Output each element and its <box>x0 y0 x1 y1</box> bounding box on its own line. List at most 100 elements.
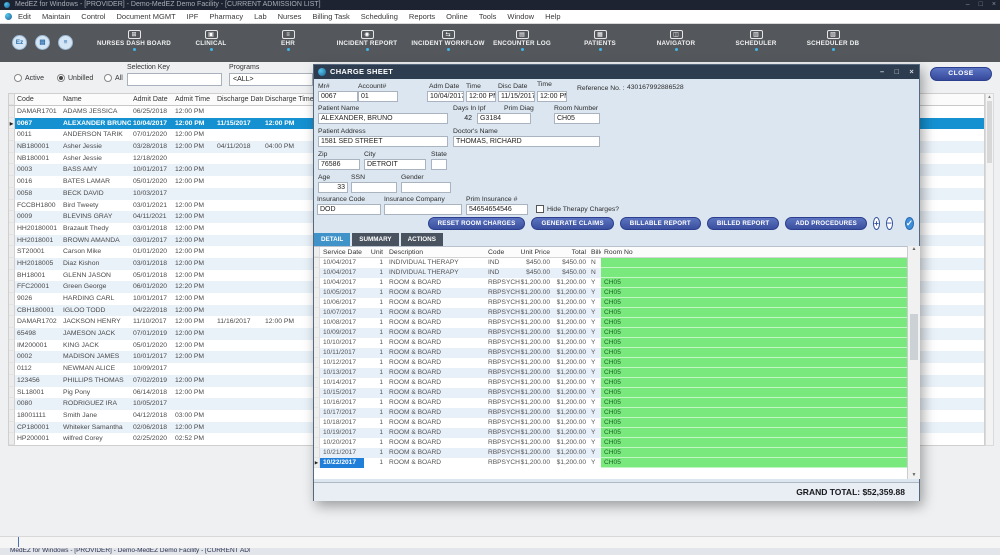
charge-row[interactable]: 10/11/2017 1 ROOM & BOARD RBPSYCH $1,200.00 $… <box>314 348 907 358</box>
patient-column-header-code[interactable]: Code <box>15 94 61 105</box>
radio-active[interactable]: Active <box>14 74 44 82</box>
charge-row[interactable]: 10/20/2017 1 ROOM & BOARD RBPSYCH $1,200.00 $… <box>314 438 907 448</box>
insurance-company-field[interactable] <box>384 204 462 215</box>
menu-item-nurses[interactable]: Nurses <box>278 12 302 21</box>
charge-row[interactable]: 10/13/2017 1 ROOM & BOARD RBPSYCH $1,200.00 $… <box>314 368 907 378</box>
window-maximize-icon[interactable]: □ <box>979 0 983 10</box>
menu-item-lab[interactable]: Lab <box>254 12 267 21</box>
tab-actions[interactable]: ACTIONS <box>400 233 443 246</box>
charge-row[interactable]: 10/07/2017 1 ROOM & BOARD RBPSYCH $1,200.00 $… <box>314 308 907 318</box>
adm-date-field[interactable]: 10/04/2017 <box>427 91 464 102</box>
grid-scroll-up-icon[interactable]: ▲ <box>912 246 917 252</box>
patient-table-scrollbar[interactable]: ▲ <box>985 93 994 446</box>
grid-column-header-unit[interactable]: Unit <box>364 247 386 257</box>
menu-item-ipf[interactable]: IPF <box>187 12 199 21</box>
patient-column-header-admit-time[interactable]: Admit Time <box>173 94 215 105</box>
charge-row[interactable]: 10/17/2017 1 ROOM & BOARD RBPSYCH $1,200.00 $… <box>314 408 907 418</box>
state-field[interactable] <box>431 159 447 170</box>
charge-row[interactable]: 10/15/2017 1 ROOM & BOARD RBPSYCH $1,200.00 $… <box>314 388 907 398</box>
menu-item-tools[interactable]: Tools <box>479 12 497 21</box>
printer-icon[interactable]: ≡ <box>58 35 73 50</box>
billable-report-button[interactable]: BILLABLE REPORT <box>619 216 701 230</box>
charge-row[interactable]: 10/10/2017 1 ROOM & BOARD RBPSYCH $1,200.00 $… <box>314 338 907 348</box>
grid-column-header-billed[interactable]: Billed <box>588 247 601 257</box>
menu-item-pharmacy[interactable]: Pharmacy <box>209 12 243 21</box>
prim-diag-field[interactable]: G3184 <box>477 113 531 124</box>
grid-column-header-code[interactable]: Code <box>486 247 520 257</box>
programs-select[interactable]: <ALL> <box>229 73 313 86</box>
selection-key-input[interactable] <box>127 73 222 86</box>
tab-summary[interactable]: SUMMARY <box>352 233 399 246</box>
dialog-close[interactable]: × <box>909 65 914 79</box>
grid-column-header-description[interactable]: Description <box>386 247 486 257</box>
charge-row[interactable]: 10/09/2017 1 ROOM & BOARD RBPSYCH $1,200.00 $… <box>314 328 907 338</box>
insurance-code-field[interactable]: DOD <box>317 204 381 215</box>
reset-room-charges-button[interactable]: RESET ROOM CHARGES <box>427 216 526 230</box>
account-field[interactable]: 01 <box>358 91 398 102</box>
disc-date-field[interactable]: 11/15/2017 <box>498 91 535 102</box>
grid-scroll-down-icon[interactable]: ▼ <box>908 472 920 478</box>
tab-detail[interactable]: DETAIL <box>314 233 351 246</box>
close-button[interactable]: CLOSE <box>930 67 992 81</box>
patient-scrollbar-thumb[interactable] <box>987 101 992 163</box>
menu-item-document-mgmt[interactable]: Document MGMT <box>116 12 175 21</box>
remove-charge-button[interactable]: − <box>885 216 893 230</box>
charge-row[interactable]: 10/16/2017 1 ROOM & BOARD RBPSYCH $1,200.00 $… <box>314 398 907 408</box>
ez-logo-icon[interactable]: Ez <box>12 35 27 50</box>
patient-address-field[interactable]: 1581 SED STREET <box>318 136 448 147</box>
patient-column-header-admit-date[interactable]: Admit Date <box>131 94 173 105</box>
radio-all[interactable]: All <box>104 74 123 82</box>
charge-row[interactable]: 10/06/2017 1 ROOM & BOARD RBPSYCH $1,200.00 $… <box>314 298 907 308</box>
zip-field[interactable]: 76586 <box>318 159 360 170</box>
dialog-minimize[interactable]: – <box>880 65 884 79</box>
doctor-name-field[interactable]: THOMAS, RICHARD <box>453 136 600 147</box>
disc-time-field[interactable]: 12:00 PM <box>537 91 567 102</box>
charge-row[interactable]: 10/18/2017 1 ROOM & BOARD RBPSYCH $1,200.00 $… <box>314 418 907 428</box>
grid-scrollbar-thumb[interactable] <box>910 314 918 360</box>
scroll-up-icon[interactable]: ▲ <box>987 94 991 99</box>
charge-row[interactable]: 10/14/2017 1 ROOM & BOARD RBPSYCH $1,200.00 $… <box>314 378 907 388</box>
patient-chart-icon[interactable]: ▤ <box>35 35 50 50</box>
charge-row[interactable]: 10/19/2017 1 ROOM & BOARD RBPSYCH $1,200.00 $… <box>314 428 907 438</box>
hide-therapy-checkbox[interactable] <box>536 205 544 213</box>
charge-grid-scrollbar[interactable]: ▲ ▼ <box>907 246 920 479</box>
toolbar-button-scheduler-db[interactable]: ▧ SCHEDULER DB <box>778 30 888 51</box>
charge-row[interactable]: 10/08/2017 1 ROOM & BOARD RBPSYCH $1,200.00 $… <box>314 318 907 328</box>
radio-unbilled[interactable]: Unbilled <box>57 74 93 82</box>
dialog-maximize[interactable]: □ <box>894 65 899 79</box>
add-charge-button[interactable]: + <box>872 216 880 230</box>
window-close-icon[interactable]: × <box>992 0 996 10</box>
confirm-button[interactable]: ✓ <box>904 216 914 230</box>
patient-name-field[interactable]: ALEXANDER, BRUNO <box>318 113 448 124</box>
patient-column-header-name[interactable]: Name <box>61 94 131 105</box>
menu-item-reports[interactable]: Reports <box>409 12 435 21</box>
charge-row[interactable]: 10/04/2017 1 ROOM & BOARD RBPSYCH $1,200.00 $… <box>314 278 907 288</box>
menu-item-window[interactable]: Window <box>507 12 534 21</box>
charge-row[interactable]: 10/05/2017 1 ROOM & BOARD RBPSYCH $1,200.00 $… <box>314 288 907 298</box>
adm-time-field[interactable]: 12:00 PM <box>466 91 496 102</box>
grid-column-header-total[interactable]: Total <box>552 247 588 257</box>
menu-item-help[interactable]: Help <box>545 12 560 21</box>
grid-column-header-unit-price[interactable]: Unit Price <box>520 247 552 257</box>
charge-row[interactable]: 10/21/2017 1 ROOM & BOARD RBPSYCH $1,200.00 $… <box>314 448 907 458</box>
age-field[interactable]: 33 <box>318 182 348 193</box>
charge-row[interactable]: 10/04/2017 1 INDIVIDUAL THERAPY IND $450.00 $… <box>314 268 907 278</box>
city-field[interactable]: DETROIT <box>364 159 426 170</box>
billed-report-button[interactable]: BILLED REPORT <box>706 216 780 230</box>
menu-item-control[interactable]: Control <box>81 12 105 21</box>
prim-insurance-field[interactable]: 54654654546 <box>466 204 528 215</box>
charge-row[interactable]: ▶ 10/22/2017 1 ROOM & BOARD RBPSYCH $1,200.00… <box>314 458 907 468</box>
menu-item-scheduling[interactable]: Scheduling <box>361 12 398 21</box>
menu-item-edit[interactable]: Edit <box>18 12 31 21</box>
grid-column-header-room-no[interactable]: Room No <box>601 247 907 257</box>
grid-column-header-service-date[interactable]: Service Date <box>320 247 364 257</box>
patient-column-header-discharge-date[interactable]: Discharge Date <box>215 94 263 105</box>
add-procedures-button[interactable]: ADD PROCEDURES <box>785 216 867 230</box>
menu-item-maintain[interactable]: Maintain <box>42 12 70 21</box>
generate-claims-button[interactable]: GENERATE CLAIMS <box>531 216 614 230</box>
charge-row[interactable]: 10/04/2017 1 INDIVIDUAL THERAPY IND $450.00 $… <box>314 258 907 268</box>
charge-row[interactable]: 10/12/2017 1 ROOM & BOARD RBPSYCH $1,200.00 $… <box>314 358 907 368</box>
menu-item-online[interactable]: Online <box>446 12 468 21</box>
gender-field[interactable] <box>401 182 451 193</box>
window-minimize-icon[interactable]: – <box>966 0 970 10</box>
